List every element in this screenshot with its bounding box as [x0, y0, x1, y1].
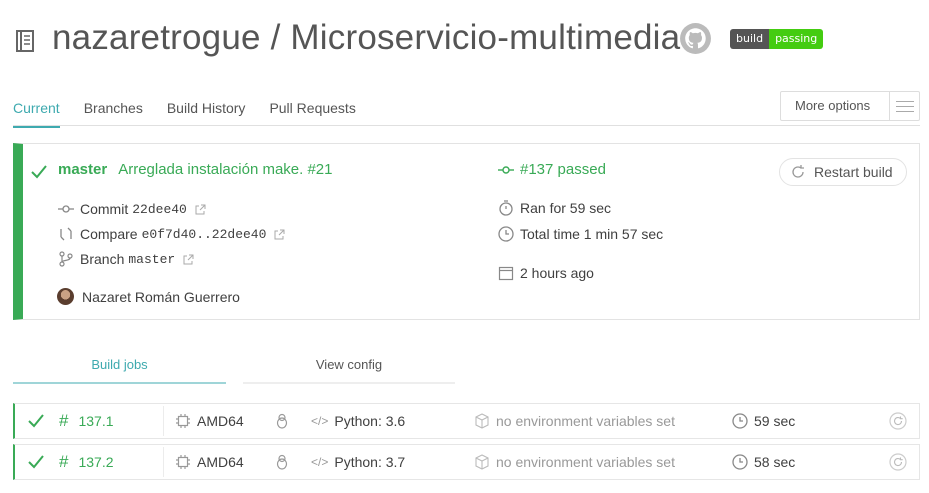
- external-link-icon[interactable]: [274, 229, 285, 240]
- build-status-badge[interactable]: build passing: [730, 29, 824, 49]
- code-icon: </>: [311, 414, 329, 428]
- avatar: [57, 288, 74, 305]
- tab-divider: [13, 125, 920, 126]
- ran-for: Ran for 59 sec: [520, 200, 612, 216]
- restart-job-icon[interactable]: [889, 412, 907, 430]
- stopwatch-icon: [499, 200, 513, 216]
- build-number[interactable]: #137 passed: [520, 161, 606, 178]
- tab-build-history[interactable]: Build History: [167, 96, 246, 128]
- job-env: no environment variables set: [496, 413, 675, 429]
- restart-icon: [792, 165, 804, 178]
- cpu-icon: [176, 414, 190, 428]
- restart-job-icon[interactable]: [889, 453, 907, 471]
- job-id[interactable]: 137.1: [78, 413, 113, 429]
- commit-icon: [58, 205, 74, 213]
- repo-tabs: Current Branches Build History Pull Requ…: [13, 96, 380, 128]
- commit-message[interactable]: Arreglada instalación make. #21: [118, 161, 332, 178]
- more-options-label: More options: [795, 98, 871, 113]
- restart-build-button[interactable]: Restart build: [779, 158, 907, 186]
- job-language: Python: 3.6: [334, 413, 406, 429]
- clock-icon: [732, 413, 748, 429]
- hamburger-icon: [889, 92, 919, 120]
- tab-current[interactable]: Current: [13, 96, 60, 128]
- badge-label: build: [730, 29, 770, 49]
- external-link-icon[interactable]: [183, 254, 194, 265]
- cpu-icon: [176, 455, 190, 469]
- clock-icon: [498, 226, 514, 242]
- check-icon: [31, 165, 47, 179]
- commit-passed-icon: [498, 165, 514, 174]
- box-icon: [475, 413, 489, 429]
- branch-label: Branch: [80, 251, 125, 267]
- job-language: Python: 3.7: [334, 454, 406, 470]
- box-icon: [475, 454, 489, 470]
- job-row[interactable]: #137.1 AMD64 </> Python: 3.6 no environme…: [13, 403, 920, 439]
- clock-icon: [732, 454, 748, 470]
- linux-icon: [276, 454, 288, 470]
- badge-status: passing: [769, 29, 824, 49]
- job-arch: AMD64: [197, 413, 244, 429]
- job-env: no environment variables set: [496, 454, 675, 470]
- linux-icon: [276, 413, 288, 429]
- time-ago: 2 hours ago: [520, 265, 594, 281]
- hash-icon: #: [59, 411, 69, 430]
- total-time: Total time 1 min 57 sec: [520, 226, 664, 242]
- job-id[interactable]: 137.2: [78, 454, 113, 470]
- branch-icon: [59, 251, 73, 267]
- more-options-button[interactable]: More options: [780, 91, 920, 121]
- tab-build-jobs[interactable]: Build jobs: [13, 350, 226, 384]
- repo-title: nazaretrogue / Microservicio-multimedia: [52, 18, 681, 57]
- external-link-icon[interactable]: [195, 204, 206, 215]
- job-duration: 58 sec: [754, 454, 796, 470]
- github-icon[interactable]: [679, 22, 712, 55]
- repo-icon: [16, 30, 34, 52]
- tab-pull-requests[interactable]: Pull Requests: [269, 96, 355, 128]
- check-icon: [28, 414, 44, 428]
- author-name: Nazaret Román Guerrero: [82, 288, 240, 305]
- job-row[interactable]: #137.2 AMD64 </> Python: 3.7 no environme…: [13, 444, 920, 480]
- branch-link[interactable]: master: [58, 161, 107, 178]
- code-icon: </>: [311, 455, 329, 469]
- hash-icon: #: [59, 452, 69, 471]
- check-icon: [28, 455, 44, 469]
- restart-build-label: Restart build: [814, 164, 893, 180]
- compare-label: Compare: [80, 226, 138, 242]
- job-duration: 59 sec: [754, 413, 796, 429]
- calendar-icon: [498, 266, 514, 281]
- compare-icon: [60, 227, 72, 241]
- branch-name[interactable]: master: [128, 252, 175, 267]
- commit-label: Commit: [80, 201, 129, 217]
- job-arch: AMD64: [197, 454, 244, 470]
- tab-view-config[interactable]: View config: [243, 350, 455, 384]
- commit-hash[interactable]: 22dee40: [132, 202, 187, 217]
- tab-branches[interactable]: Branches: [84, 96, 143, 128]
- compare-range[interactable]: e0f7d40..22dee40: [142, 227, 267, 242]
